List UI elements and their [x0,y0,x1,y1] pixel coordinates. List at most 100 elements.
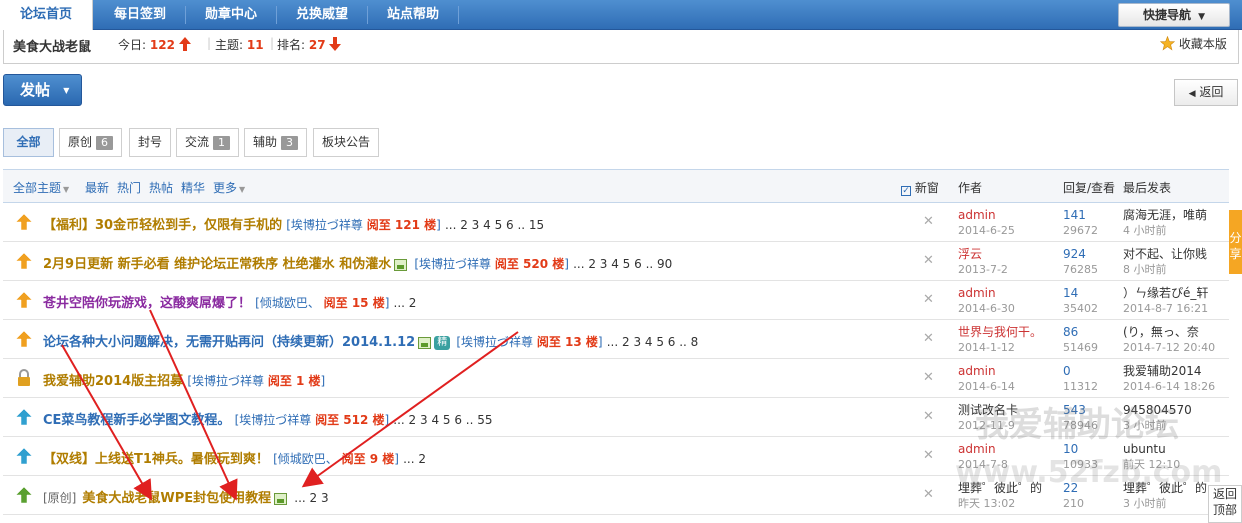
nav-tab-medals[interactable]: 勋章中心 [186,0,276,30]
post-date: 2014-6-25 [958,224,1015,237]
close-icon[interactable]: ✕ [923,253,934,268]
view-count: 76285 [1063,263,1098,276]
share-side-tab[interactable]: 分享 [1229,210,1242,274]
thread-pages[interactable]: ... 2 3 4 5 6 .. 15 [445,218,544,232]
close-icon[interactable]: ✕ [923,370,934,385]
thread-pages[interactable]: ... 2 [403,452,426,466]
thread-read-tag[interactable]: [埃博拉づ祥尊 阅至 13 楼] [456,335,602,349]
close-icon[interactable]: ✕ [923,409,934,424]
thread-title[interactable]: 【福利】30金币轻松到手，仅限有手机的 [43,218,282,233]
close-icon[interactable]: ✕ [923,214,934,229]
last-post-time[interactable]: 3 小时前 [1123,496,1207,511]
thread-title[interactable]: CE菜鸟教程新手必学图文教程。 [43,413,230,428]
lock-icon [18,369,30,386]
column-author: 作者 [958,181,983,195]
author-name[interactable]: admin [958,208,1015,223]
close-icon[interactable]: ✕ [923,292,934,307]
last-post-time[interactable]: 2014-7-12 20:40 [1123,340,1215,355]
last-poster[interactable]: 我爱辅助2014 [1123,364,1215,379]
type-tab-all[interactable]: 全部 [3,128,54,157]
author-name[interactable]: admin [958,364,1015,379]
thread-read-tag[interactable]: [埃博拉づ祥尊 阅至 1 楼] [187,374,325,388]
thread-pages[interactable]: ... 2 [394,296,417,310]
nav-tab-help[interactable]: 站点帮助 [368,0,458,30]
topics-count: 主题: 11 [215,38,264,52]
thread-title[interactable]: 苍井空陪你玩游戏，这酸爽屌爆了！ [43,296,251,311]
favorite-link[interactable]: 收藏本版 [1159,35,1227,52]
thread-row: 我爱辅助2014版主招募 [埃博拉づ祥尊 阅至 1 楼] ✕ admin 2014-6… [3,359,1229,398]
thread-title[interactable]: 2月9日更新 新手必看 维护论坛正常秩序 杜绝灌水 和伪灌水 [43,257,391,272]
thread-read-tag[interactable]: [埃博拉づ祥尊 阅至 121 楼] [286,218,441,232]
filter-latest[interactable]: 最新 [85,179,109,196]
view-count: 51469 [1063,341,1098,354]
thread-title-line: 我爱辅助2014版主招募 [埃博拉づ祥尊 阅至 1 楼] [43,370,325,389]
post-date: 2014-6-14 [958,380,1015,393]
reply-count[interactable]: 0 [1063,364,1098,379]
view-count: 35402 [1063,302,1098,315]
thread-title[interactable]: 论坛各种大小问题解决，无需开贴再问（持续更新）2014.1.12 [43,335,415,350]
last-poster[interactable]: ）ㄣ缘若ぴé_轩 [1123,286,1208,301]
today-count: 今日: 122 [118,36,191,53]
close-icon[interactable]: ✕ [923,448,934,463]
announce-icon [15,330,33,348]
thread-read-tag[interactable]: [埃博拉づ祥尊 阅至 512 楼] [235,413,390,427]
thread-read-tag[interactable]: [倾城欧巴、 阅至 9 楼] [273,452,399,466]
reply-count[interactable]: 14 [1063,286,1098,301]
reply-count[interactable]: 86 [1063,325,1098,340]
star-icon [1159,35,1176,51]
post-button[interactable]: 发帖 ▼ [3,74,82,106]
digest-badge: 精 [434,335,451,350]
thread-title[interactable]: 【双线】上线送T1神兵。暑假玩到爽！ [43,452,269,467]
announce-icon [15,447,33,465]
filter-digest[interactable]: 精华 [181,179,205,196]
thread-read-tag[interactable]: [倾城欧巴、 阅至 15 楼] [255,296,389,310]
last-poster[interactable]: (り，無っ、奈 [1123,325,1215,340]
filter-hot[interactable]: 热门 [117,179,141,196]
type-tab-original[interactable]: 原创 6 [59,128,123,157]
post-date: 2014-6-30 [958,302,1015,315]
reply-count[interactable]: 924 [1063,247,1098,262]
type-tab-assist[interactable]: 辅助 3 [244,128,308,157]
thread-pages[interactable]: ... 2 3 4 5 6 .. 90 [573,257,672,271]
count-badge: 3 [281,136,299,150]
close-icon[interactable]: ✕ [923,487,934,502]
thread-pages[interactable]: ... 2 3 4 5 6 .. 8 [607,335,699,349]
thread-read-tag[interactable]: [埃博拉づ祥尊 阅至 520 楼] [414,257,569,271]
new-window-toggle[interactable]: ✓ 新窗 [901,179,939,196]
quick-nav-button[interactable]: 快捷导航 ▼ [1118,3,1230,27]
last-post-time[interactable]: 8 小时前 [1123,262,1207,277]
back-button[interactable]: ◀ 返回 [1174,79,1238,106]
announce-icon [15,291,33,309]
thread-pages[interactable]: ... 2 3 4 5 6 .. 55 [393,413,492,427]
type-tab-chat[interactable]: 交流 1 [176,128,240,157]
chevron-down-icon: ▼ [1198,12,1206,22]
reply-count[interactable]: 141 [1063,208,1098,223]
filter-more[interactable]: 更多 ▼ [213,179,245,196]
thread-title[interactable]: 我爱辅助2014版主招募 [43,374,183,389]
nav-tab-home[interactable]: 论坛首页 [0,0,93,30]
last-post-time[interactable]: 4 小时前 [1123,223,1207,238]
last-poster[interactable]: 腐海无涯，唯萌 [1123,208,1207,223]
filter-hot-posts[interactable]: 热帖 [149,179,173,196]
type-tab-ban[interactable]: 封号 [129,128,172,157]
type-tab-notice[interactable]: 板块公告 [313,128,380,157]
close-icon[interactable]: ✕ [923,331,934,346]
last-poster[interactable]: 对不起、让你贱 [1123,247,1207,262]
thread-title-line: 【双线】上线送T1神兵。暑假玩到爽！ [倾城欧巴、 阅至 9 楼] ... 2 [43,448,426,467]
thread-category[interactable]: [原创] [43,491,76,505]
nav-tab-exchange[interactable]: 兑换威望 [277,0,367,30]
thread-title[interactable]: 美食大战老鼠WPE封包使用教程 [82,491,271,506]
chevron-down-icon: ▼ [239,185,246,194]
top-navigation: 论坛首页 每日签到 勋章中心 兑换威望 站点帮助 快捷导航 ▼ [0,0,1242,30]
last-post-time[interactable]: 2014-6-14 18:26 [1123,379,1215,394]
author-name[interactable]: admin [958,286,1015,301]
thread-pages[interactable]: ... 2 3 [294,491,328,505]
all-topics-dropdown[interactable]: 全部主题 ▼ [13,179,69,196]
nav-tab-checkin[interactable]: 每日签到 [95,0,185,30]
thread-row: 2月9日更新 新手必看 维护论坛正常秩序 杜绝灌水 和伪灌水 [埃博拉づ祥尊 阅… [3,242,1229,281]
author-name[interactable]: 世界与我何干。 [958,325,1042,340]
last-post-time[interactable]: 2014-8-7 16:21 [1123,301,1208,316]
watermark-url: www.52fzb.com [955,455,1223,490]
author-name[interactable]: 浮云 [958,247,1008,262]
thread-title-line: 2月9日更新 新手必看 维护论坛正常秩序 杜绝灌水 和伪灌水 [埃博拉づ祥尊 阅… [43,253,672,272]
